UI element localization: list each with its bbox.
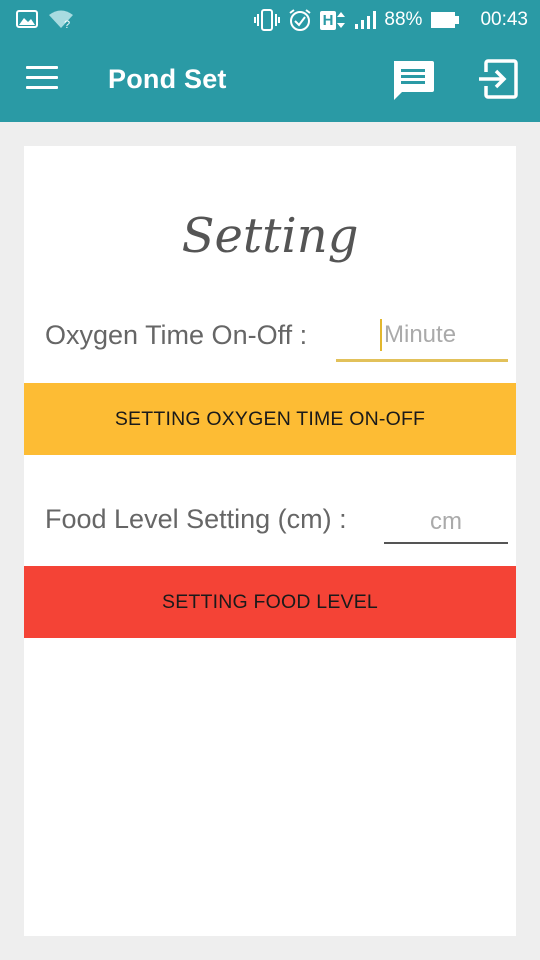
chat-icon[interactable] [390,58,436,104]
exit-icon[interactable] [477,58,519,100]
status-bar-left: ? [16,9,74,29]
status-bar: ? H 88% 00:43 [0,0,540,40]
svg-text:?: ? [64,19,70,29]
food-level-label: Food Level Setting (cm) : [45,504,347,534]
alarm-icon [288,9,311,31]
network-type: H [319,10,337,30]
image-icon [16,10,38,28]
battery-percent: 88% [384,9,423,30]
text-cursor [380,319,382,351]
food-level-placeholder: cm [430,508,462,535]
food-level-input[interactable]: cm [384,504,508,544]
setting-oxygen-button[interactable]: SETTING OXYGEN TIME ON-OFF [24,383,516,455]
setting-food-level-button[interactable]: SETTING FOOD LEVEL [24,566,516,638]
battery-icon [431,12,460,28]
app-title: Pond Set [108,64,227,94]
settings-card: Setting Oxygen Time On-Off : Minute SETT… [24,146,516,936]
app-bar: Pond Set [0,40,540,122]
signal-icon [355,11,377,29]
oxygen-minute-input[interactable]: Minute [336,319,508,362]
network-h-icon: H [319,10,347,30]
status-bar-right: H 88% 00:43 [253,8,528,32]
wifi-icon: ? [49,10,73,29]
clock: 00:43 [480,9,528,30]
vibrate-icon [253,9,280,31]
oxygen-minute-placeholder: Minute [384,321,457,348]
page-heading: Setting [181,208,359,264]
oxygen-time-label: Oxygen Time On-Off : [45,320,308,350]
menu-icon[interactable] [26,66,58,94]
